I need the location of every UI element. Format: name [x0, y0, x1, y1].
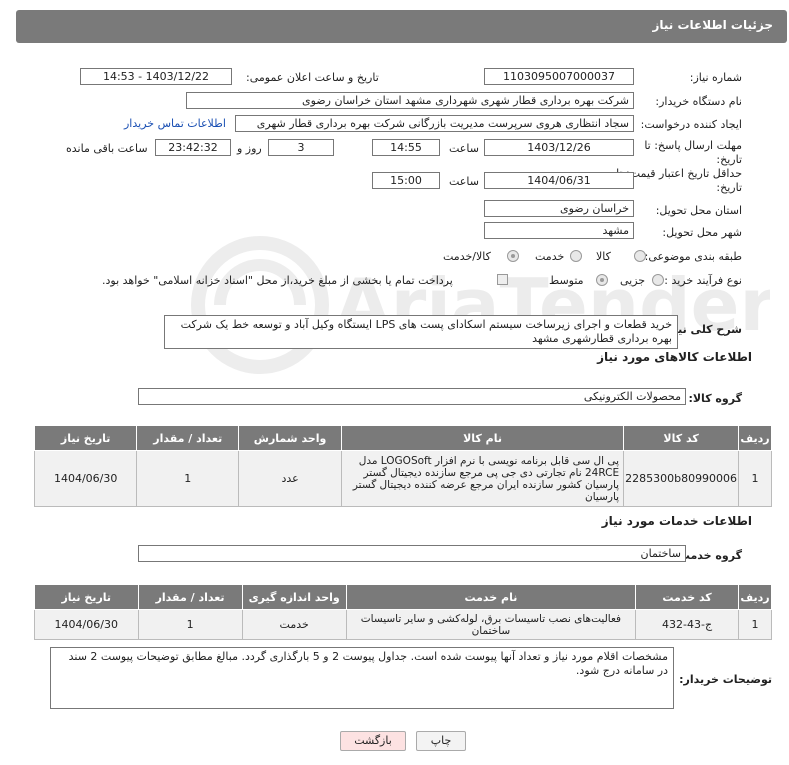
col-unit: واحد شمارش — [238, 425, 342, 451]
announce-date-field: 1403/12/22 - 14:53 — [80, 68, 232, 85]
col-name: نام خدمت — [345, 584, 637, 610]
category-radio-service[interactable] — [570, 250, 582, 262]
process-radio-minor[interactable] — [652, 274, 664, 286]
category-radio-goods-service[interactable] — [507, 250, 519, 262]
deadline-label: مهلت ارسال پاسخ: تا — [644, 139, 742, 152]
treasury-payment-checkbox[interactable] — [497, 274, 508, 285]
buyer-notes-field: مشخصات اقلام مورد نیاز و تعداد آنها پیوس… — [50, 647, 674, 709]
category-label: طبقه بندی موضوعی: — [644, 250, 742, 263]
col-qty: تعداد / مقدار — [136, 425, 240, 451]
cell-name: فعالیت‌های نصب تاسیسات برق، لوله‌کشی و س… — [345, 609, 637, 640]
table-row: 1 2285300b80990006 پی ال سی قابل برنامه … — [33, 450, 772, 507]
validity-date-field: 1404/06/31 — [484, 172, 634, 189]
col-date: تاریخ نیاز — [33, 425, 138, 451]
cell-date: 1404/06/30 — [33, 450, 138, 507]
province-field: خراسان رضوی — [484, 200, 634, 217]
price-validity-label: حداقل تاریخ اعتبار قیمت: تا — [616, 167, 742, 180]
process-type-label: نوع فرآیند خرید : — [664, 274, 742, 287]
col-date: تاریخ نیاز — [34, 584, 139, 610]
days-label: روز و — [237, 142, 262, 155]
cell-code: ج-43-432 — [635, 609, 740, 640]
page-title: جزئیات اطلاعات نیاز — [652, 18, 773, 32]
category-option-goods: کالا — [596, 250, 611, 263]
cell-code: 2285300b80990006 — [623, 450, 740, 507]
goods-section-title: اطلاعات کالاهای مورد نیاز — [597, 350, 752, 364]
deadline-time-field: 14:55 — [372, 139, 440, 156]
days-remaining-field: 3 — [268, 139, 334, 156]
province-label: استان محل تحویل: — [655, 204, 742, 217]
services-table: ردیف کد خدمت نام خدمت واحد اندازه گیری ت… — [34, 584, 772, 640]
description-field: خرید قطعات و اجرای زیرساخت سیستم اسکادای… — [164, 315, 678, 349]
goods-group-field: محصولات الکترونیکی — [138, 388, 686, 405]
goods-table-header: ردیف کد کالا نام کالا واحد شمارش تعداد /… — [33, 425, 772, 451]
process-option-minor: جزیی — [620, 274, 646, 287]
validity-time-field: 15:00 — [372, 172, 440, 189]
page-header: جزئیات اطلاعات نیاز — [16, 10, 787, 43]
col-row: ردیف — [738, 425, 772, 451]
creator-field: سجاد انتظاری هروی سرپرست مدیریت بازرگانی… — [235, 115, 634, 132]
process-option-medium: متوسط — [549, 274, 584, 287]
goods-table: ردیف کد کالا نام کالا واحد شمارش تعداد /… — [33, 425, 772, 507]
cell-row: 1 — [738, 450, 772, 507]
announce-date-label: تاریخ و ساعت اعلان عمومی: — [246, 71, 379, 84]
category-radio-goods[interactable] — [634, 250, 646, 262]
back-button[interactable]: بازگشت — [340, 731, 406, 751]
cell-unit: عدد — [238, 450, 342, 507]
category-option-service: خدمت — [535, 250, 565, 263]
deadline-date-field: 1403/12/26 — [484, 139, 634, 156]
buyer-org-field: شرکت بهره برداری قطار شهری شهرداری مشهد … — [186, 92, 634, 109]
treasury-payment-note: پرداخت تمام یا بخشی از مبلغ خرید،از محل … — [102, 274, 453, 287]
need-number-label: شماره نیاز: — [689, 71, 742, 84]
process-radio-medium[interactable] — [596, 274, 608, 286]
city-label: شهر محل تحویل: — [662, 226, 742, 239]
deadline-date-label: تاریخ: — [716, 153, 742, 166]
buyer-contact-link[interactable]: اطلاعات تماس خریدار — [124, 117, 226, 130]
col-code: کد کالا — [623, 425, 740, 451]
col-name: نام کالا — [340, 425, 625, 451]
col-qty: تعداد / مقدار — [137, 584, 243, 610]
category-option-goods-service: کالا/خدمت — [443, 250, 491, 263]
validity-time-label: ساعت — [449, 175, 479, 188]
cell-qty: 1 — [136, 450, 240, 507]
cell-name: پی ال سی قابل برنامه نویسی با نرم افزار … — [340, 450, 625, 507]
buyer-org-label: نام دستگاه خریدار: — [655, 95, 742, 108]
cell-qty: 1 — [137, 609, 243, 640]
services-section-title: اطلاعات خدمات مورد نیاز — [601, 514, 752, 528]
goods-group-label: گروه کالا: — [688, 392, 742, 405]
remaining-time-label: ساعت باقی مانده — [66, 142, 148, 155]
cell-date: 1404/06/30 — [34, 609, 139, 640]
services-table-header: ردیف کد خدمت نام خدمت واحد اندازه گیری ت… — [34, 584, 772, 610]
col-unit: واحد اندازه گیری — [241, 584, 347, 610]
table-row: 1 ج-43-432 فعالیت‌های نصب تاسیسات برق، ل… — [34, 609, 772, 640]
print-button[interactable]: چاپ — [416, 731, 466, 751]
cell-unit: خدمت — [241, 609, 347, 640]
col-row: ردیف — [738, 584, 772, 610]
deadline-time-label: ساعت — [449, 142, 479, 155]
services-group-field: ساختمان — [138, 545, 686, 562]
price-validity-date-label: تاریخ: — [716, 181, 742, 194]
cell-row: 1 — [738, 609, 772, 640]
col-code: کد خدمت — [635, 584, 740, 610]
remaining-time-field: 23:42:32 — [155, 139, 231, 156]
buyer-notes-label: توضیحات خریدار: — [679, 673, 772, 686]
need-number-field: 1103095007000037 — [484, 68, 634, 85]
city-field: مشهد — [484, 222, 634, 239]
creator-label: ایجاد کننده درخواست: — [640, 118, 742, 131]
